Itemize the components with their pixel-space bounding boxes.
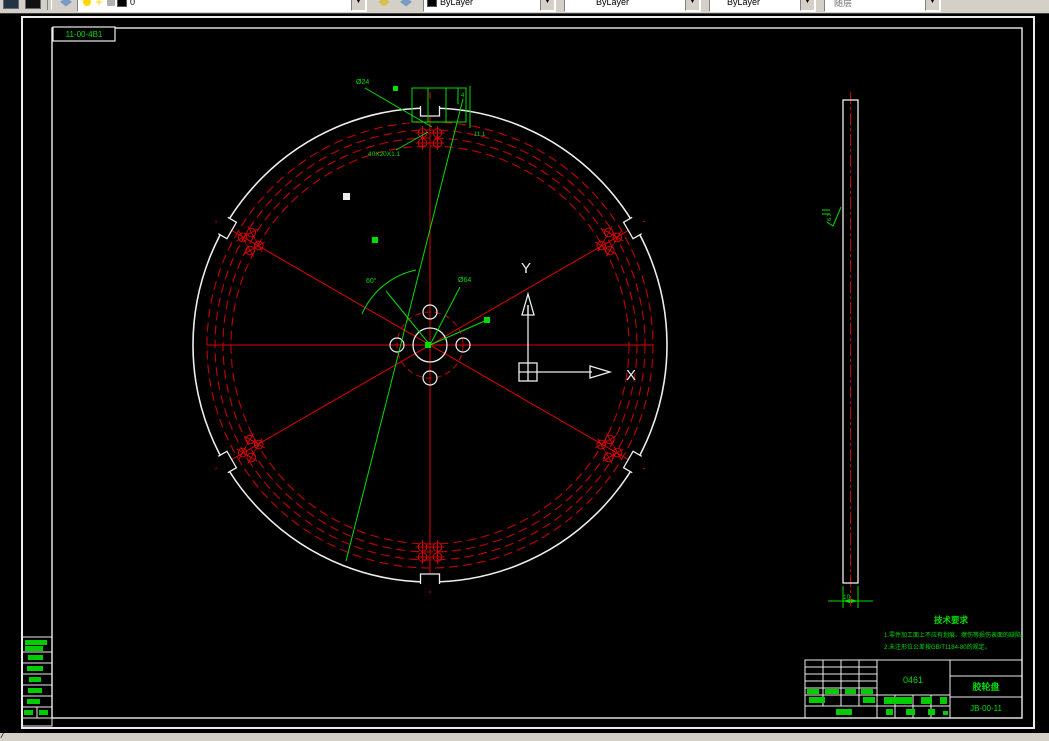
layer-color-chip (117, 0, 127, 7)
dim-roughness: 6.3 (827, 213, 833, 221)
notes-title: 技术要求 (934, 615, 969, 625)
toolbar-image-icon[interactable] (1, 0, 21, 12)
linetype-combo[interactable]: ByLayer ▼ (564, 0, 701, 12)
layer-combo[interactable]: 0 ▼ (77, 0, 367, 12)
dim-keyway-note: 40X20X1.1 (368, 151, 401, 158)
command-line-strip[interactable]: / (0, 733, 1049, 741)
dim-hub-dia: Ø24 (356, 79, 369, 86)
title-block-part-name: 胶轮盘 (972, 681, 999, 692)
make-layer-current-icon[interactable] (374, 0, 394, 12)
technical-notes: 技术要求 1.零件加工面上不应有划痕、擦伤等损伤表面的缺陷。 2.未注形位公差按… (884, 615, 1027, 651)
notes-line-2: 2.未注形位公差按GB/T1184-80的规定。 (884, 643, 991, 651)
layer-name: 0 (130, 0, 136, 7)
layer-on-icon[interactable] (83, 0, 91, 6)
lineweight-value: ByLayer (727, 0, 761, 7)
toolbar-separator (47, 0, 52, 10)
plotstyle-combo-arrow-icon[interactable]: ▼ (925, 0, 940, 11)
linetype-combo-arrow-icon[interactable]: ▼ (685, 0, 700, 11)
dim-bolt-circle: Ø64 (458, 277, 471, 284)
drawing-canvas[interactable]: 11-00-4B1 Ø24 40X20X1.1 60° Ø64 4 11.1 Y… (0, 0, 1049, 741)
lineweight-combo[interactable]: ByLayer ▼ (709, 0, 816, 12)
ucs-x-label: X (626, 367, 636, 384)
linetype-value: ByLayer (596, 0, 630, 7)
notes-line-1: 1.零件加工面上不应有划痕、擦伤等损伤表面的缺陷。 (884, 631, 1027, 639)
roughness-symbol: 6.3 (822, 206, 842, 227)
title-block-drawing-no: JB-00-11 (970, 704, 1002, 713)
command-prompt-text: / (0, 732, 5, 741)
layers-icon[interactable] (56, 0, 76, 12)
color-combo[interactable]: ByLayer ▼ (423, 0, 556, 12)
margin-table-text-blocks (24, 640, 48, 715)
view-label: 11-00-4B1 (66, 30, 103, 39)
plotstyle-value: 随层 (834, 0, 853, 8)
lineweight-combo-arrow-icon[interactable]: ▼ (800, 0, 815, 11)
grip-point (343, 193, 350, 200)
ucs-y-label: Y (521, 260, 531, 277)
color-value: ByLayer (440, 0, 474, 7)
dim-kw-depth: 4 (461, 93, 465, 99)
dim-angle: 60° (366, 277, 377, 285)
annotations: Ø24 40X20X1.1 60° Ø64 4 11.1 (345, 79, 490, 562)
plotstyle-combo[interactable]: 随层 ▼ (824, 0, 941, 12)
view-label-box: 11-00-4B1 (52, 26, 116, 42)
layer-previous-icon[interactable] (396, 0, 416, 12)
layer-combo-arrow-icon[interactable]: ▼ (351, 0, 366, 11)
margin-table (21, 636, 53, 727)
layer-freeze-icon[interactable] (95, 0, 103, 6)
title-block-code: 0461 (903, 675, 923, 685)
color-combo-arrow-icon[interactable]: ▼ (540, 0, 555, 11)
top-toolbar: 0 ▼ ByLayer ▼ ByLayer ▼ ByLayer ▼ 随层 ▼ (0, 0, 1049, 14)
dim-kw-width: 11.1 (474, 132, 486, 138)
dim-thickness: 10 (843, 594, 851, 601)
title-block: 0461 胶轮盘 JB-00-11 (804, 659, 1023, 719)
layer-lock-icon[interactable] (107, 0, 115, 6)
ucs-icon: Y X (518, 260, 636, 384)
current-color-chip (427, 0, 437, 7)
toolbar-display-icon[interactable] (23, 0, 43, 12)
side-view: 6.3 10 (822, 92, 873, 608)
